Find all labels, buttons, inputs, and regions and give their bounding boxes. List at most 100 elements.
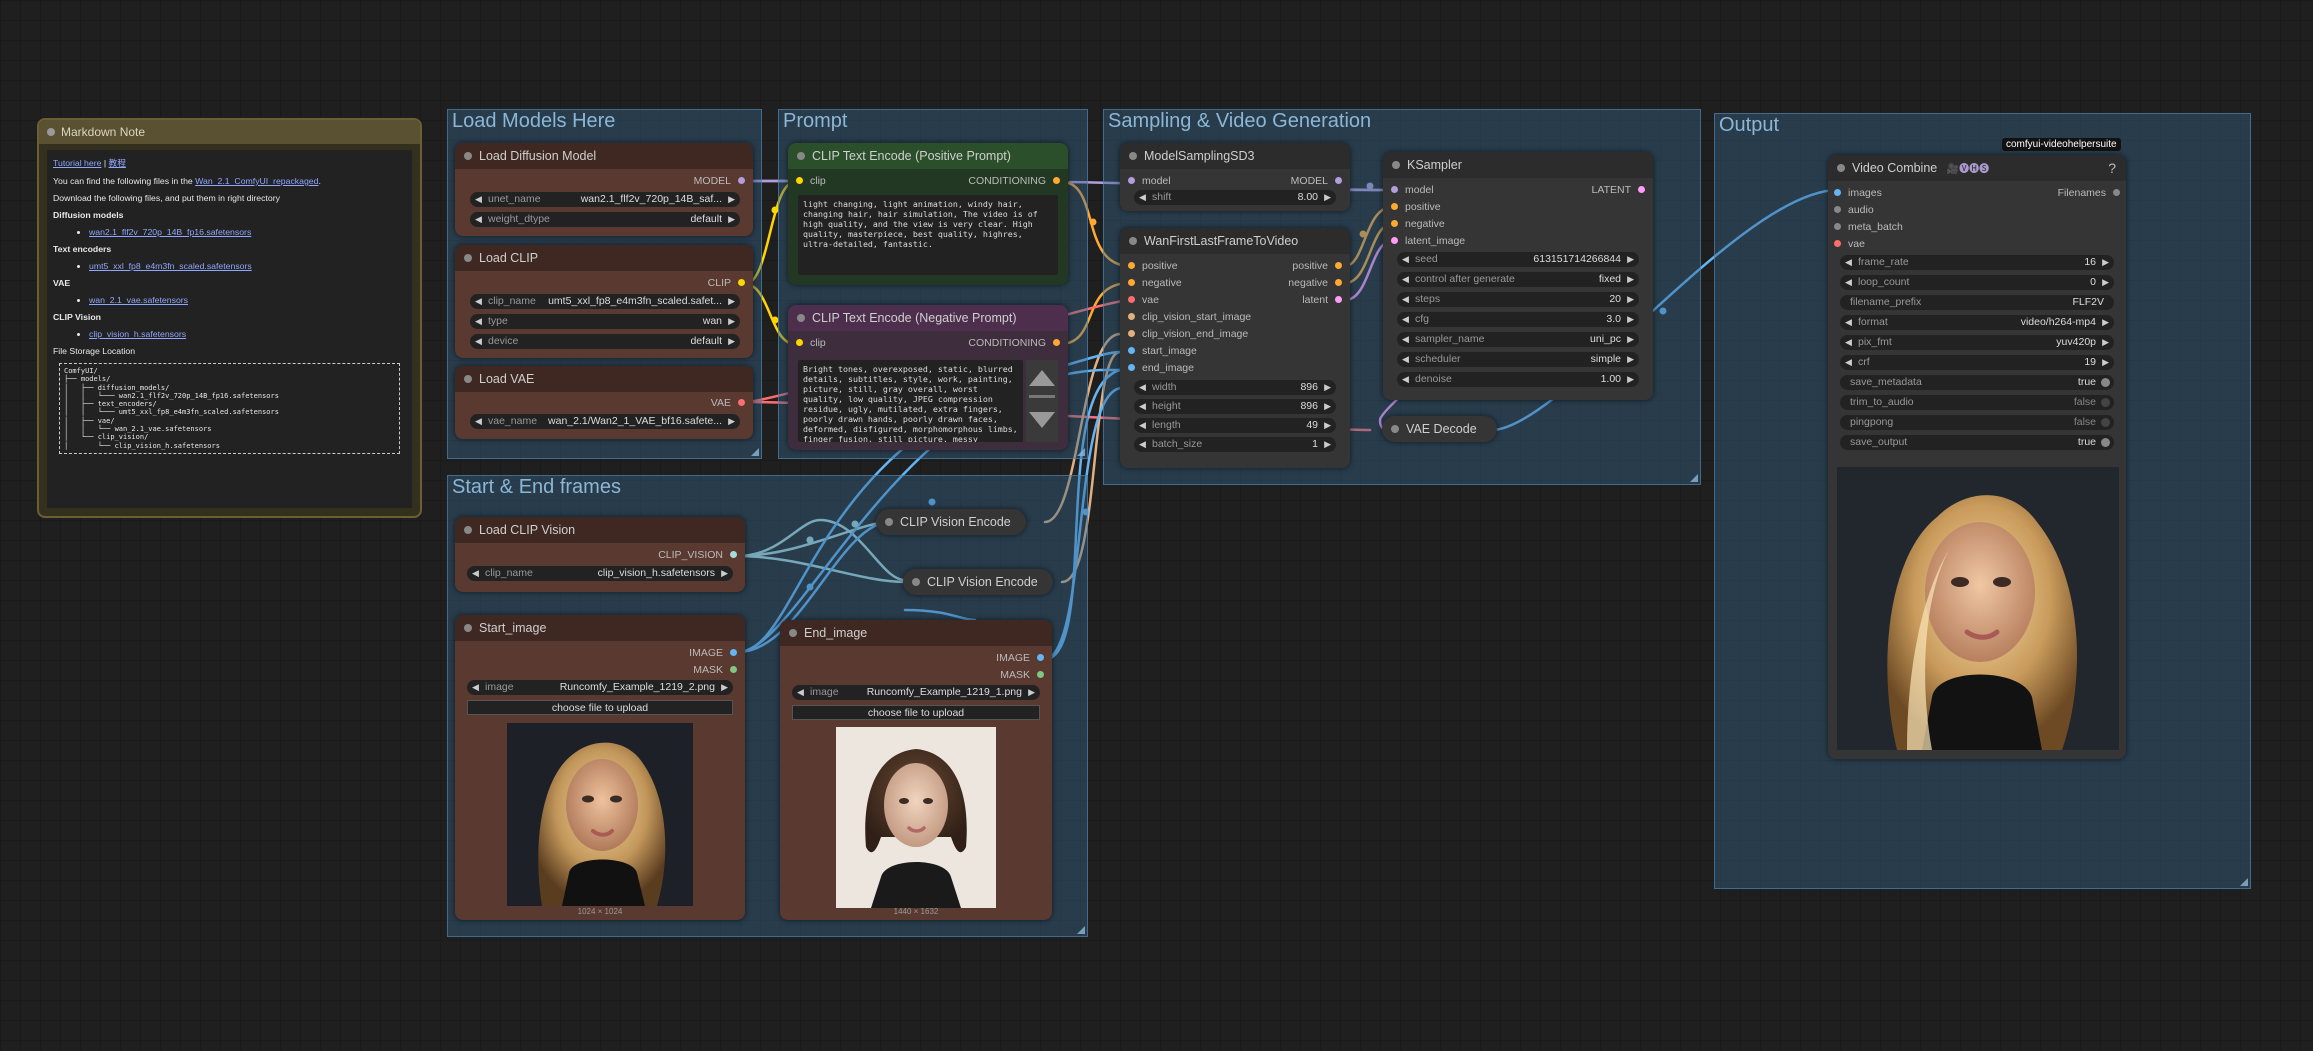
arrow-left-icon[interactable]: ◀ bbox=[1845, 355, 1852, 370]
output-clip[interactable]: CLIP bbox=[708, 276, 745, 290]
input-audio[interactable]: audio bbox=[1834, 203, 1874, 217]
slot-dot[interactable] bbox=[738, 399, 745, 406]
arrow-left-icon[interactable]: ◀ bbox=[797, 685, 804, 700]
clip-vision-file-link[interactable]: clip_vision_h.safetensors bbox=[89, 329, 186, 339]
repackaged-link[interactable]: Wan_2.1_ComfyUI_repackaged bbox=[195, 176, 318, 186]
node-header[interactable]: KSampler bbox=[1383, 152, 1653, 178]
arrow-left-icon[interactable]: ◀ bbox=[472, 566, 479, 581]
arrow-left-icon[interactable]: ◀ bbox=[475, 192, 482, 207]
arrow-left-icon[interactable]: ◀ bbox=[1402, 252, 1409, 267]
load-diffusion-model-node[interactable]: Load Diffusion Model MODEL ◀ unet_name wan… bbox=[455, 143, 753, 236]
arrow-right-icon[interactable]: ▶ bbox=[1324, 380, 1331, 395]
slot-dot[interactable] bbox=[1037, 654, 1044, 661]
output-clip-vision[interactable]: CLIP_VISION bbox=[658, 548, 737, 562]
collapse-dot[interactable] bbox=[1392, 161, 1400, 169]
scroll-down-icon[interactable] bbox=[1029, 412, 1055, 428]
denoise-number[interactable]: ◀ denoise 1.00 ▶ bbox=[1397, 372, 1639, 387]
node-header[interactable]: WanFirstLastFrameToVideo bbox=[1120, 228, 1350, 254]
node-header[interactable]: CLIP Vision Encode bbox=[876, 509, 1026, 535]
arrow-left-icon[interactable]: ◀ bbox=[1402, 272, 1409, 287]
length-number[interactable]: ◀ length 49 ▶ bbox=[1134, 418, 1336, 433]
positive-prompt-textarea[interactable]: light changing, light animation, windy h… bbox=[798, 195, 1058, 275]
slot-dot[interactable] bbox=[730, 649, 737, 656]
filename-prefix-text[interactable]: filename_prefix FLF2V bbox=[1840, 295, 2114, 310]
arrow-left-icon[interactable]: ◀ bbox=[1139, 380, 1146, 395]
shift-number[interactable]: ◀ shift 8.00 ▶ bbox=[1134, 190, 1336, 205]
resize-handle[interactable] bbox=[2240, 878, 2248, 886]
arrow-right-icon[interactable]: ▶ bbox=[1627, 272, 1634, 287]
resize-handle[interactable] bbox=[1077, 448, 1085, 456]
output-mask[interactable]: MASK bbox=[1000, 668, 1044, 682]
start-image-node[interactable]: Start_image IMAGE MASK ◀ image Runcomfy_Ex… bbox=[455, 615, 745, 920]
vae-name-combo[interactable]: ◀ vae_name wan_2.1/Wan2_1_VAE_bf16.safete.… bbox=[470, 414, 740, 429]
input-clip-vision-end[interactable]: clip_vision_end_image bbox=[1128, 327, 1248, 341]
slot-dot[interactable] bbox=[1834, 223, 1841, 230]
slot-dot[interactable] bbox=[730, 551, 737, 558]
load-clip-node[interactable]: Load CLIP CLIP ◀ clip_name umt5_xxl_fp8_e4… bbox=[455, 245, 753, 358]
seed-number[interactable]: ◀ seed 613151714266844 ▶ bbox=[1397, 252, 1639, 267]
device-combo[interactable]: ◀ device default ▶ bbox=[470, 334, 740, 349]
arrow-left-icon[interactable]: ◀ bbox=[475, 314, 482, 329]
help-icon[interactable]: ? bbox=[2108, 155, 2116, 181]
output-mask[interactable]: MASK bbox=[693, 663, 737, 677]
arrow-left-icon[interactable]: ◀ bbox=[1139, 190, 1146, 205]
input-vae[interactable]: vae bbox=[1834, 237, 1865, 251]
negative-prompt-textarea[interactable]: Bright tones, overexposed, static, blurr… bbox=[798, 360, 1023, 442]
slot-dot[interactable] bbox=[730, 666, 737, 673]
arrow-right-icon[interactable]: ▶ bbox=[1627, 372, 1634, 387]
resize-handle[interactable] bbox=[1077, 926, 1085, 934]
slot-dot[interactable] bbox=[1335, 296, 1342, 303]
slot-dot[interactable] bbox=[1128, 262, 1135, 269]
node-header[interactable]: CLIP Vision Encode bbox=[903, 569, 1053, 595]
slot-dot[interactable] bbox=[1335, 262, 1342, 269]
collapse-dot[interactable] bbox=[1129, 237, 1137, 245]
clip-text-encode-positive-node[interactable]: CLIP Text Encode (Positive Prompt) clip … bbox=[788, 143, 1068, 285]
arrow-right-icon[interactable]: ▶ bbox=[728, 192, 735, 207]
slot-dot[interactable] bbox=[1391, 237, 1398, 244]
slot-dot[interactable] bbox=[1128, 279, 1135, 286]
markdown-note-node[interactable]: Markdown Note Tutorial here | 教程 You can… bbox=[37, 118, 422, 518]
slot-dot[interactable] bbox=[1053, 177, 1060, 184]
toggle-indicator-icon[interactable] bbox=[2101, 398, 2110, 407]
arrow-left-icon[interactable]: ◀ bbox=[1402, 332, 1409, 347]
tutorial-link[interactable]: Tutorial here bbox=[53, 158, 101, 168]
input-positive[interactable]: positive bbox=[1391, 200, 1441, 214]
input-model[interactable]: model bbox=[1391, 183, 1434, 197]
arrow-right-icon[interactable]: ▶ bbox=[1324, 437, 1331, 452]
diffusion-file-link[interactable]: wan2.1_flf2v_720p_14B_fp16.safetensors bbox=[89, 227, 251, 237]
arrow-right-icon[interactable]: ▶ bbox=[2102, 355, 2109, 370]
slot-dot[interactable] bbox=[1128, 364, 1135, 371]
load-clip-vision-node[interactable]: Load CLIP Vision CLIP_VISION ◀ clip_name c… bbox=[455, 517, 745, 592]
end-image-node[interactable]: End_image IMAGE MASK ◀ image Runcomfy_Exam… bbox=[780, 620, 1052, 920]
loop-count-number[interactable]: ◀ loop_count 0 ▶ bbox=[1840, 275, 2114, 290]
arrow-right-icon[interactable]: ▶ bbox=[728, 334, 735, 349]
type-combo[interactable]: ◀ type wan ▶ bbox=[470, 314, 740, 329]
collapse-dot[interactable] bbox=[912, 578, 920, 586]
sampler-name-combo[interactable]: ◀ sampler_name uni_pc ▶ bbox=[1397, 332, 1639, 347]
input-images[interactable]: images bbox=[1834, 186, 1882, 200]
node-header[interactable]: CLIP Text Encode (Positive Prompt) bbox=[788, 143, 1068, 169]
arrow-left-icon[interactable]: ◀ bbox=[475, 334, 482, 349]
arrow-right-icon[interactable]: ▶ bbox=[2102, 275, 2109, 290]
arrow-left-icon[interactable]: ◀ bbox=[1402, 312, 1409, 327]
slot-dot[interactable] bbox=[1638, 186, 1645, 193]
collapse-dot[interactable] bbox=[885, 518, 893, 526]
output-positive[interactable]: positive bbox=[1292, 259, 1342, 273]
slot-dot[interactable] bbox=[738, 279, 745, 286]
output-filenames[interactable]: Filenames bbox=[2058, 186, 2120, 200]
output-conditioning[interactable]: CONDITIONING bbox=[968, 174, 1060, 188]
slot-dot[interactable] bbox=[1391, 203, 1398, 210]
pix-fmt-combo[interactable]: ◀ pix_fmt yuv420p ▶ bbox=[1840, 335, 2114, 350]
arrow-left-icon[interactable]: ◀ bbox=[475, 414, 482, 429]
slot-dot[interactable] bbox=[1335, 177, 1342, 184]
input-negative[interactable]: negative bbox=[1128, 276, 1182, 290]
format-combo[interactable]: ◀ format video/h264-mp4 ▶ bbox=[1840, 315, 2114, 330]
pingpong-toggle[interactable]: pingpong false bbox=[1840, 415, 2114, 430]
tutorial-link-cn[interactable]: 教程 bbox=[109, 158, 126, 168]
vae-file-link[interactable]: wan_2.1_vae.safetensors bbox=[89, 295, 188, 305]
slot-dot[interactable] bbox=[1053, 339, 1060, 346]
clip-name-combo[interactable]: ◀ clip_name umt5_xxl_fp8_e4m3fn_scaled.saf… bbox=[470, 294, 740, 309]
clip-vision-name-combo[interactable]: ◀ clip_name clip_vision_h.safetensors ▶ bbox=[467, 566, 733, 581]
arrow-right-icon[interactable]: ▶ bbox=[721, 680, 728, 695]
collapse-dot[interactable] bbox=[1129, 152, 1137, 160]
